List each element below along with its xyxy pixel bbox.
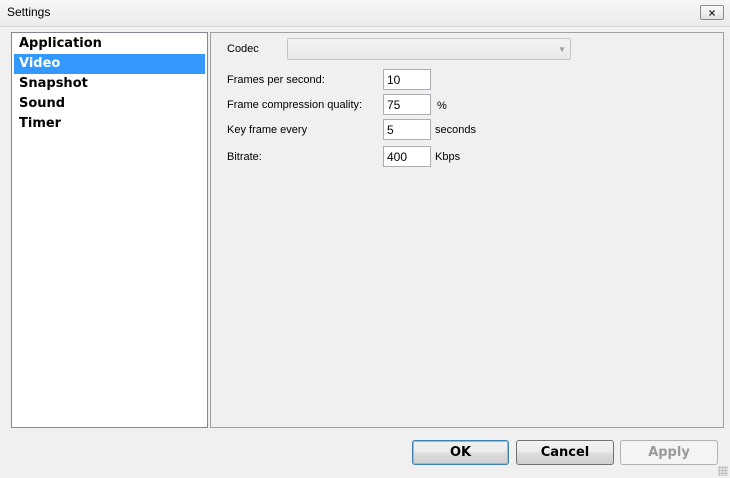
bitrate-label: Bitrate: bbox=[227, 151, 262, 163]
chevron-down-icon: ▼ bbox=[558, 45, 566, 54]
category-list[interactable]: Application Video Snapshot Sound Timer bbox=[11, 32, 208, 428]
video-settings-panel: Codec ▼ Frames per second: Frame compres… bbox=[210, 32, 724, 428]
title-bar[interactable]: Settings × bbox=[0, 0, 730, 27]
category-item-snapshot[interactable]: Snapshot bbox=[14, 74, 205, 94]
quality-input[interactable] bbox=[383, 94, 431, 115]
codec-label: Codec bbox=[227, 43, 259, 55]
category-item-video[interactable]: Video bbox=[14, 54, 205, 74]
codec-select[interactable]: ▼ bbox=[287, 38, 571, 60]
quality-label: Frame compression quality: bbox=[227, 99, 363, 111]
ok-button[interactable]: OK bbox=[412, 440, 509, 465]
cancel-button[interactable]: Cancel bbox=[516, 440, 614, 465]
category-item-timer[interactable]: Timer bbox=[14, 114, 205, 134]
category-item-application[interactable]: Application bbox=[14, 34, 205, 54]
bitrate-unit: Kbps bbox=[435, 151, 461, 163]
keyframe-label: Key frame every bbox=[227, 124, 308, 136]
bitrate-input[interactable] bbox=[383, 146, 431, 167]
close-icon: × bbox=[708, 5, 716, 20]
resize-grip-icon[interactable] bbox=[718, 466, 728, 476]
category-item-sound[interactable]: Sound bbox=[14, 94, 205, 114]
keyframe-unit: seconds bbox=[435, 124, 476, 136]
fps-input[interactable] bbox=[383, 69, 431, 90]
keyframe-input[interactable] bbox=[383, 119, 431, 140]
quality-unit: % bbox=[437, 100, 447, 112]
apply-button[interactable]: Apply bbox=[620, 440, 718, 465]
close-button[interactable]: × bbox=[700, 5, 724, 20]
window-title: Settings bbox=[7, 5, 51, 19]
fps-label: Frames per second: bbox=[227, 74, 325, 86]
